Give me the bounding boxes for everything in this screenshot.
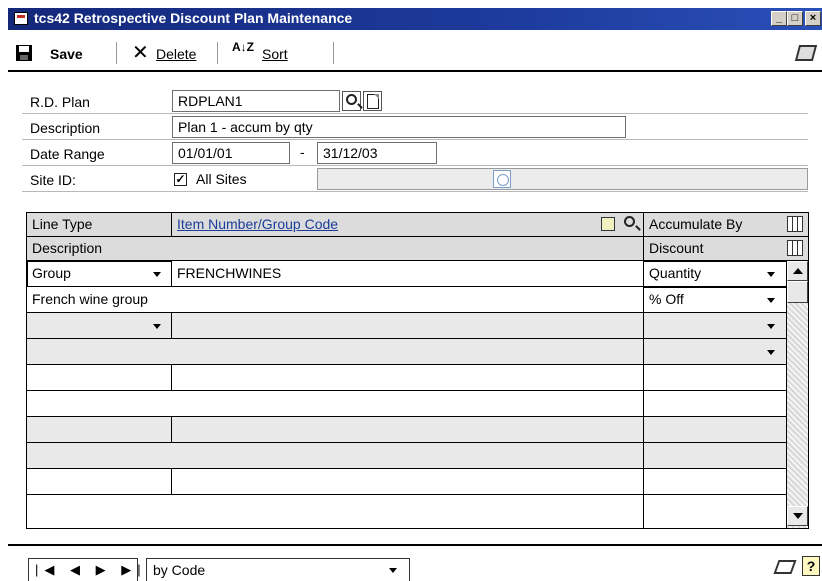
accumulate-by-value: Quantity — [649, 265, 702, 281]
table-row[interactable] — [27, 391, 787, 417]
sort-az-icon: A↓Z — [232, 40, 254, 54]
table-row[interactable] — [27, 495, 787, 528]
description-label: Description — [22, 116, 170, 140]
save-button[interactable]: Save — [50, 44, 83, 64]
cell-divider — [171, 313, 172, 339]
cell-divider — [643, 495, 644, 528]
scroll-thumb[interactable] — [787, 281, 808, 303]
site-id-label: Site ID: — [22, 168, 170, 192]
magnifier-icon — [624, 216, 635, 227]
column-chooser-icon[interactable] — [787, 216, 803, 232]
chevron-down-icon[interactable] — [767, 350, 775, 355]
cell-divider — [643, 365, 644, 391]
cell-divider — [171, 469, 172, 495]
scroll-up-button[interactable] — [787, 261, 808, 281]
list-view-icon[interactable] — [601, 217, 615, 231]
save-disk-icon — [16, 45, 32, 61]
chevron-down-icon[interactable] — [767, 272, 775, 277]
cell-divider — [643, 443, 644, 469]
all-sites-checkbox[interactable]: ✓ — [174, 173, 187, 186]
site-id-field — [317, 168, 808, 190]
sort-by-value: by Code — [153, 562, 206, 578]
grid-header-row-2: Description Discount — [27, 237, 808, 261]
delete-button[interactable]: Delete — [156, 44, 196, 64]
rd-plan-label: R.D. Plan — [22, 90, 170, 114]
cell-divider — [643, 417, 644, 443]
scroll-down-button[interactable] — [787, 506, 808, 526]
maximize-button[interactable]: □ — [787, 11, 803, 26]
sort-by-dropdown[interactable]: by Code — [146, 558, 410, 581]
description-field[interactable]: Plan 1 - accum by qty — [172, 116, 626, 138]
table-row[interactable] — [27, 469, 787, 495]
toolbar-separator — [116, 42, 117, 64]
close-button[interactable]: × — [805, 11, 821, 26]
table-row[interactable]: French wine group % Off — [27, 287, 788, 313]
header-line-type: Line Type — [32, 216, 93, 232]
date-from-field[interactable]: 01/01/01 — [172, 142, 290, 164]
chevron-down-icon[interactable] — [767, 324, 775, 329]
table-row[interactable] — [27, 443, 787, 469]
discount-lines-grid: Line Type Item Number/Group Code Accumul… — [26, 212, 809, 529]
chevron-down-icon[interactable] — [153, 272, 161, 277]
toolbar: Save ✕ Delete A↓Z Sort — [8, 32, 822, 72]
line-type-value: Group — [32, 265, 71, 281]
item-lookup-button[interactable] — [621, 214, 640, 234]
header-accumulate-by: Accumulate By — [649, 216, 743, 232]
table-row[interactable]: Group FRENCHWINES Quantity — [27, 261, 788, 287]
arrow-down-icon — [793, 513, 803, 519]
column-chooser-icon[interactable] — [787, 240, 803, 256]
grid-header-row-1: Line Type Item Number/Group Code Accumul… — [27, 213, 808, 237]
record-navigation[interactable]: |◀ ◀ ▶ ▶| — [28, 558, 141, 581]
help-icon[interactable]: ? — [802, 556, 820, 576]
new-document-icon — [367, 94, 379, 109]
table-row[interactable] — [27, 313, 787, 339]
cell-divider — [643, 391, 644, 417]
retrospective-discount-plan-window: tcs42 Retrospective Discount Plan Mainte… — [0, 0, 822, 581]
window-title: tcs42 Retrospective Discount Plan Mainte… — [34, 10, 353, 26]
rd-plan-new-button[interactable] — [363, 91, 382, 111]
delete-x-icon: ✕ — [132, 42, 149, 64]
toolbar-separator — [333, 42, 334, 64]
table-row[interactable] — [27, 339, 787, 365]
table-row[interactable] — [27, 365, 787, 391]
header-item-number-link[interactable]: Item Number/Group Code — [172, 213, 338, 236]
cell-divider — [643, 339, 644, 365]
header-description: Description — [32, 240, 103, 256]
site-lookup-icon — [493, 170, 511, 188]
date-to-field[interactable]: 31/12/03 — [317, 142, 437, 164]
grid-vertical-scrollbar[interactable] — [786, 261, 808, 528]
chevron-down-icon[interactable] — [389, 568, 397, 573]
magnifier-icon — [346, 94, 357, 105]
bottom-bar: |◀ ◀ ▶ ▶| by Code ? — [8, 544, 822, 581]
print-icon[interactable] — [794, 45, 818, 61]
chevron-down-icon[interactable] — [767, 298, 775, 303]
cell-divider — [171, 365, 172, 391]
cell-divider — [643, 469, 644, 495]
line-description-value[interactable]: French wine group — [27, 287, 637, 312]
header-discount: Discount — [649, 240, 704, 256]
rd-plan-field[interactable]: RDPLAN1 — [172, 90, 340, 112]
cell-divider — [171, 417, 172, 443]
title-bar: tcs42 Retrospective Discount Plan Mainte… — [8, 8, 822, 30]
toolbar-separator — [217, 42, 218, 64]
cell-divider — [643, 313, 644, 339]
table-row[interactable] — [27, 417, 787, 443]
arrow-up-icon — [793, 268, 803, 274]
rd-plan-lookup-button[interactable] — [342, 91, 361, 111]
date-range-separator: - — [300, 144, 305, 160]
sort-button[interactable]: Sort — [262, 44, 288, 64]
chevron-down-icon[interactable] — [153, 324, 161, 329]
minimize-button[interactable]: _ — [771, 11, 787, 26]
discount-value: % Off — [649, 291, 684, 307]
item-code-value[interactable]: FRENCHWINES — [172, 261, 642, 286]
date-range-label: Date Range — [22, 142, 170, 166]
window-app-icon — [14, 12, 28, 25]
all-sites-label: All Sites — [196, 171, 247, 187]
note-icon[interactable] — [773, 560, 797, 574]
